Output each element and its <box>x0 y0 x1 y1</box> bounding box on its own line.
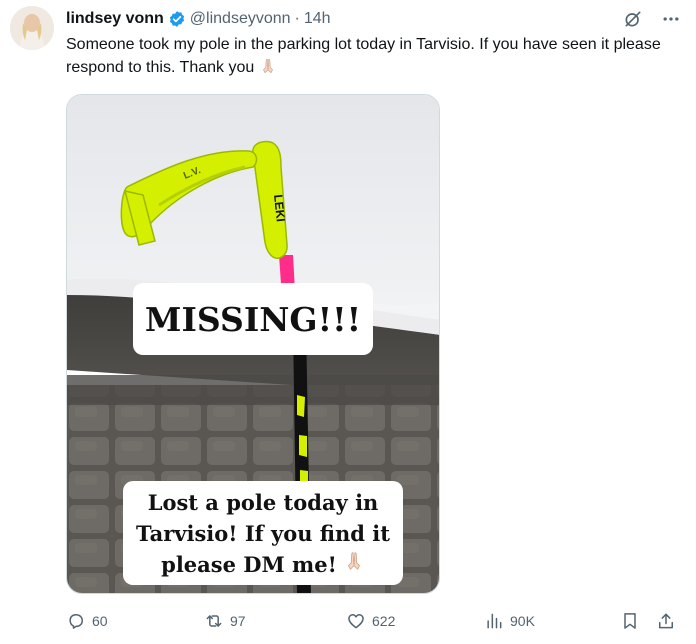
caption-missing: MISSING!!! <box>133 283 373 355</box>
bookmark-icon <box>624 613 636 629</box>
reply-count: 60 <box>92 613 108 629</box>
caption-missing-text: MISSING!!! <box>144 299 362 339</box>
share-icon <box>659 613 673 629</box>
caption-line-1: Lost a pole today in <box>147 489 379 515</box>
like-button[interactable]: 622 <box>346 611 395 631</box>
reply-button[interactable]: 60 <box>66 611 108 631</box>
timestamp[interactable]: 14h <box>304 10 331 28</box>
author-handle[interactable]: @lindseyvonn <box>190 10 291 28</box>
views-button[interactable]: 90K <box>484 611 535 631</box>
author-display-name[interactable]: lindsey vonn <box>66 10 164 28</box>
folded-hands-emoji-icon <box>259 57 277 75</box>
repost-count: 97 <box>230 613 246 629</box>
tweet-header: lindsey vonn @lindseyvonn · 14h <box>66 8 636 30</box>
avatar[interactable] <box>10 6 54 50</box>
caption-line-2: Tarvisio! If you find it <box>136 520 390 546</box>
tweet-photo[interactable]: LEKI L.V. MISSING!!! Lost a pole today i… <box>66 94 440 594</box>
top-actions <box>622 8 682 30</box>
grip-brand-text: LEKI <box>271 194 288 223</box>
separator-dot: · <box>294 10 300 27</box>
bookmark-button[interactable] <box>620 611 640 631</box>
tweet-action-bar: 60 97 622 90K <box>66 608 684 634</box>
verified-badge-icon <box>168 10 186 28</box>
like-icon <box>348 614 364 629</box>
repost-button[interactable]: 97 <box>204 611 246 631</box>
caption-line-3-wrap: please DM me! <box>161 549 365 580</box>
views-count: 90K <box>510 613 535 629</box>
more-icon[interactable] <box>660 8 682 30</box>
folded-hands-emoji-icon <box>343 549 365 580</box>
like-count: 622 <box>372 613 396 629</box>
reply-icon <box>69 614 83 629</box>
repost-icon <box>206 615 222 627</box>
tweet[interactable]: lindsey vonn @lindseyvonn · 14h Someone … <box>0 0 696 644</box>
share-button[interactable] <box>656 611 676 631</box>
tweet-text: Someone took my pole in the parking lot … <box>66 33 684 79</box>
caption-line-3: please DM me! <box>161 551 337 577</box>
grok-icon[interactable] <box>622 8 644 30</box>
views-icon <box>487 613 502 629</box>
tweet-body: Someone took my pole in the parking lot … <box>66 36 661 76</box>
caption-lost-pole: Lost a pole today in Tarvisio! If you fi… <box>123 481 403 585</box>
